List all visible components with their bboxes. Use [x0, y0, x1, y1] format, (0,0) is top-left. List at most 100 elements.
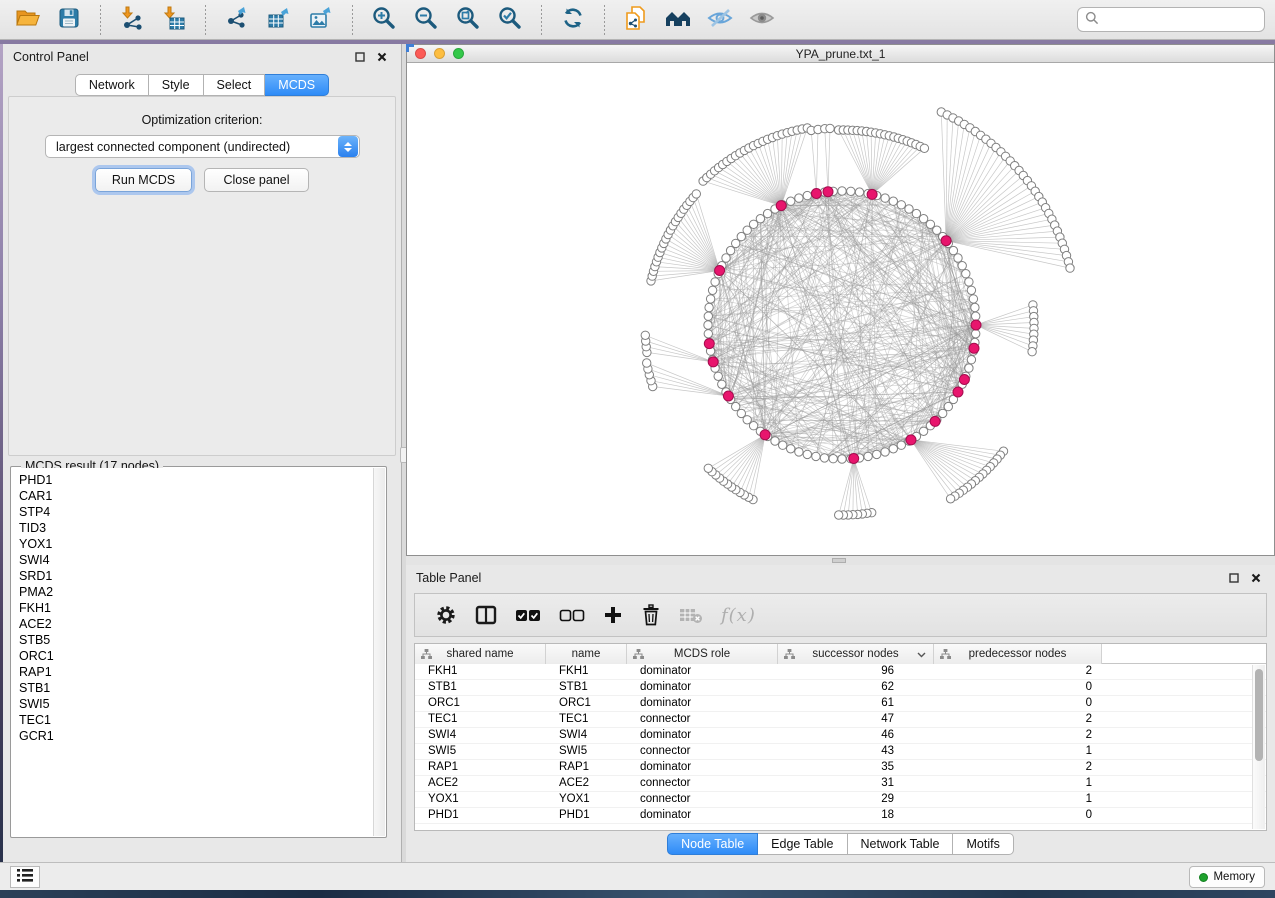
table-cell[interactable]: 2 [934, 712, 1102, 727]
table-cell[interactable]: dominator [627, 728, 778, 743]
float-panel-icon[interactable] [351, 49, 369, 65]
tab-mcds[interactable]: MCDS [265, 74, 329, 96]
select-all-columns-button[interactable] [515, 600, 541, 630]
table-row[interactable]: FKH1FKH1dominator962 [415, 664, 1266, 680]
table-scrollbar[interactable] [1252, 665, 1265, 829]
table-cell[interactable]: YOX1 [415, 792, 546, 807]
mcds-list-scrollbar[interactable] [373, 468, 385, 836]
zoom-fit-button[interactable] [451, 4, 485, 36]
table-row[interactable]: SWI5SWI5connector431 [415, 744, 1266, 760]
table-row[interactable]: RAP1RAP1dominator352 [415, 760, 1266, 776]
table-cell[interactable]: 18 [778, 808, 934, 823]
table-cell[interactable]: STB1 [415, 680, 546, 695]
zoom-in-button[interactable] [367, 4, 401, 36]
table-cell[interactable]: SWI4 [415, 728, 546, 743]
mcds-result-item[interactable]: SWI5 [19, 696, 373, 712]
table-row[interactable]: TEC1TEC1connector472 [415, 712, 1266, 728]
table-cell[interactable]: connector [627, 792, 778, 807]
table-cell[interactable]: ACE2 [546, 776, 627, 791]
table-cell[interactable]: PHD1 [415, 808, 546, 823]
table-cell[interactable]: STB1 [546, 680, 627, 695]
mcds-result-item[interactable]: ACE2 [19, 616, 373, 632]
deselect-all-columns-button[interactable] [559, 600, 585, 630]
clone-network-button[interactable] [619, 4, 653, 36]
search-box[interactable] [1077, 7, 1265, 32]
table-row[interactable]: ACE2ACE2connector311 [415, 776, 1266, 792]
run-mcds-button[interactable]: Run MCDS [95, 168, 192, 192]
mcds-result-list[interactable]: PHD1CAR1STP4TID3YOX1SWI4SRD1PMA2FKH1ACE2… [12, 468, 373, 836]
mcds-result-item[interactable]: TEC1 [19, 712, 373, 728]
export-network-button[interactable] [220, 4, 254, 36]
export-table-button[interactable] [262, 4, 296, 36]
table-row[interactable]: YOX1YOX1connector291 [415, 792, 1266, 808]
float-panel-icon[interactable] [1225, 570, 1243, 586]
horizontal-splitter[interactable] [406, 556, 1275, 565]
import-table-button[interactable] [157, 4, 191, 36]
table-cell[interactable]: SWI5 [546, 744, 627, 759]
criterion-dropdown[interactable]: largest connected component (undirected) [45, 135, 360, 158]
mcds-result-item[interactable]: STB1 [19, 680, 373, 696]
table-cell[interactable]: dominator [627, 760, 778, 775]
table-cell[interactable]: 47 [778, 712, 934, 727]
table-cell[interactable]: 2 [934, 760, 1102, 775]
table-cell[interactable]: ORC1 [415, 696, 546, 711]
tab-node-table[interactable]: Node Table [667, 833, 758, 855]
table-cell[interactable]: PHD1 [546, 808, 627, 823]
column-header-name[interactable]: name [546, 644, 627, 664]
table-row[interactable]: PHD1PHD1dominator180 [415, 808, 1266, 824]
table-cell[interactable]: 96 [778, 664, 934, 679]
table-cell[interactable]: 62 [778, 680, 934, 695]
table-cell[interactable]: connector [627, 776, 778, 791]
table-cell[interactable]: dominator [627, 696, 778, 711]
table-row[interactable]: SWI4SWI4dominator462 [415, 728, 1266, 744]
mcds-result-item[interactable]: STP4 [19, 504, 373, 520]
table-cell[interactable]: ACE2 [415, 776, 546, 791]
delete-column-button[interactable] [641, 600, 661, 630]
column-header-MCDS-role[interactable]: MCDS role [627, 644, 778, 664]
tab-network[interactable]: Network [75, 74, 149, 96]
table-cell[interactable]: ORC1 [546, 696, 627, 711]
table-cell[interactable]: FKH1 [415, 664, 546, 679]
table-cell[interactable]: 35 [778, 760, 934, 775]
network-canvas[interactable] [407, 63, 1274, 555]
mcds-result-item[interactable]: PMA2 [19, 584, 373, 600]
close-panel-icon[interactable] [1247, 570, 1265, 586]
table-cell[interactable]: 0 [934, 696, 1102, 711]
import-network-button[interactable] [115, 4, 149, 36]
mcds-result-item[interactable]: GCR1 [19, 728, 373, 744]
tab-style[interactable]: Style [149, 74, 204, 96]
table-cell[interactable]: SWI4 [546, 728, 627, 743]
table-cell[interactable]: YOX1 [546, 792, 627, 807]
mcds-result-item[interactable]: TID3 [19, 520, 373, 536]
mcds-result-item[interactable]: PHD1 [19, 472, 373, 488]
network-titlebar[interactable]: YPA_prune.txt_1 [407, 45, 1274, 63]
table-cell[interactable]: connector [627, 744, 778, 759]
table-cell[interactable]: RAP1 [415, 760, 546, 775]
table-cell[interactable]: FKH1 [546, 664, 627, 679]
search-input[interactable] [1104, 13, 1259, 27]
create-column-button[interactable] [603, 600, 623, 630]
mcds-result-item[interactable]: STB5 [19, 632, 373, 648]
table-cell[interactable]: connector [627, 712, 778, 727]
mcds-result-item[interactable]: RAP1 [19, 664, 373, 680]
column-header-predecessor-nodes[interactable]: predecessor nodes [934, 644, 1102, 664]
close-panel-icon[interactable] [373, 49, 391, 65]
column-header-shared-name[interactable]: shared name [415, 644, 546, 664]
table-cell[interactable]: dominator [627, 664, 778, 679]
table-cell[interactable]: 29 [778, 792, 934, 807]
save-session-button[interactable] [52, 4, 86, 36]
zoom-out-button[interactable] [409, 4, 443, 36]
mcds-result-item[interactable]: CAR1 [19, 488, 373, 504]
tab-motifs[interactable]: Motifs [953, 833, 1013, 855]
table-cell[interactable]: 46 [778, 728, 934, 743]
table-cell[interactable]: 43 [778, 744, 934, 759]
table-cell[interactable]: 0 [934, 680, 1102, 695]
hide-selected-button[interactable] [703, 4, 737, 36]
splitter-handle[interactable] [832, 558, 846, 563]
table-cell[interactable]: 61 [778, 696, 934, 711]
table-cell[interactable]: dominator [627, 680, 778, 695]
table-cell[interactable]: SWI5 [415, 744, 546, 759]
show-columns-button[interactable] [475, 600, 497, 630]
table-cell[interactable]: 2 [934, 664, 1102, 679]
column-header-successor-nodes[interactable]: successor nodes [778, 644, 934, 664]
